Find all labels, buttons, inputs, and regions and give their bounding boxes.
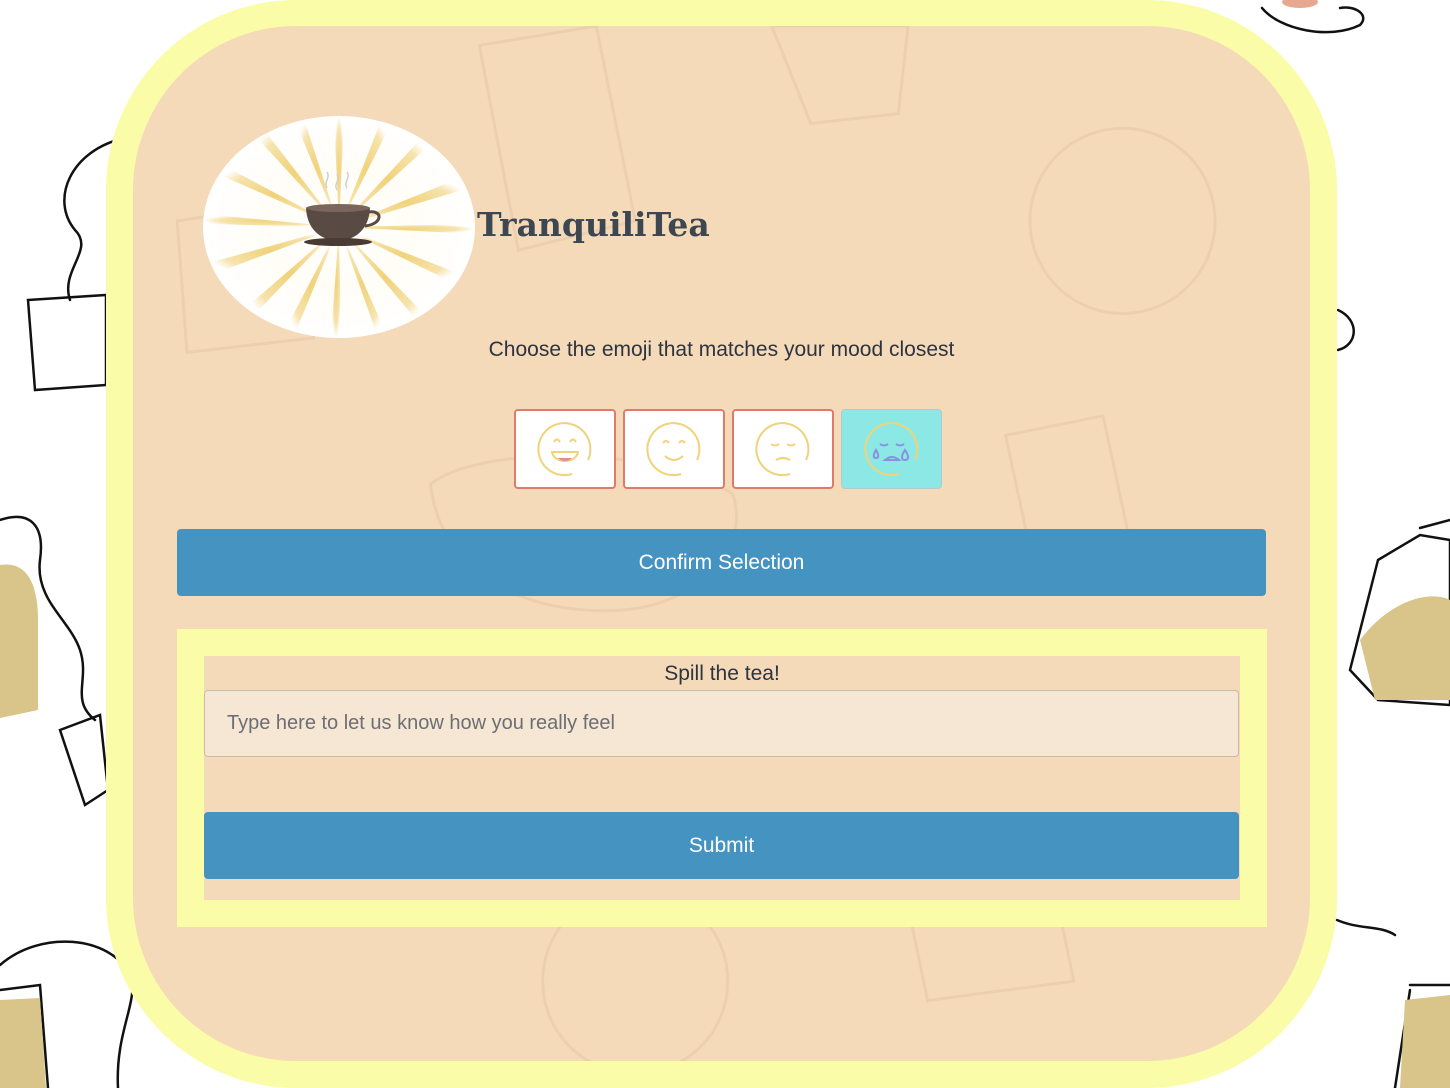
feedback-form: Spill the tea! Submit (177, 629, 1267, 927)
header: TranquiliTea (203, 116, 710, 338)
teacup-sunburst-icon (203, 116, 475, 338)
happy-emoji-icon (646, 422, 701, 477)
confirm-selection-button[interactable]: Confirm Selection (177, 529, 1266, 596)
brand-title: TranquiliTea (477, 204, 710, 244)
feedback-input[interactable] (204, 690, 1239, 757)
crying-emoji-icon (863, 422, 918, 477)
emoji-selector (514, 409, 942, 489)
happy-emoji-button[interactable] (623, 409, 725, 489)
very-happy-emoji-icon (537, 422, 592, 477)
mood-card: TranquiliTea Choose the emoji that match… (106, 0, 1337, 1088)
very-happy-emoji-button[interactable] (514, 409, 616, 489)
sad-emoji-button[interactable] (732, 409, 834, 489)
mood-prompt: Choose the emoji that matches your mood … (488, 338, 955, 361)
feedback-label: Spill the tea! (664, 662, 780, 685)
sad-emoji-icon (755, 422, 810, 477)
crying-emoji-button[interactable] (841, 409, 942, 489)
submit-button[interactable]: Submit (204, 812, 1239, 879)
